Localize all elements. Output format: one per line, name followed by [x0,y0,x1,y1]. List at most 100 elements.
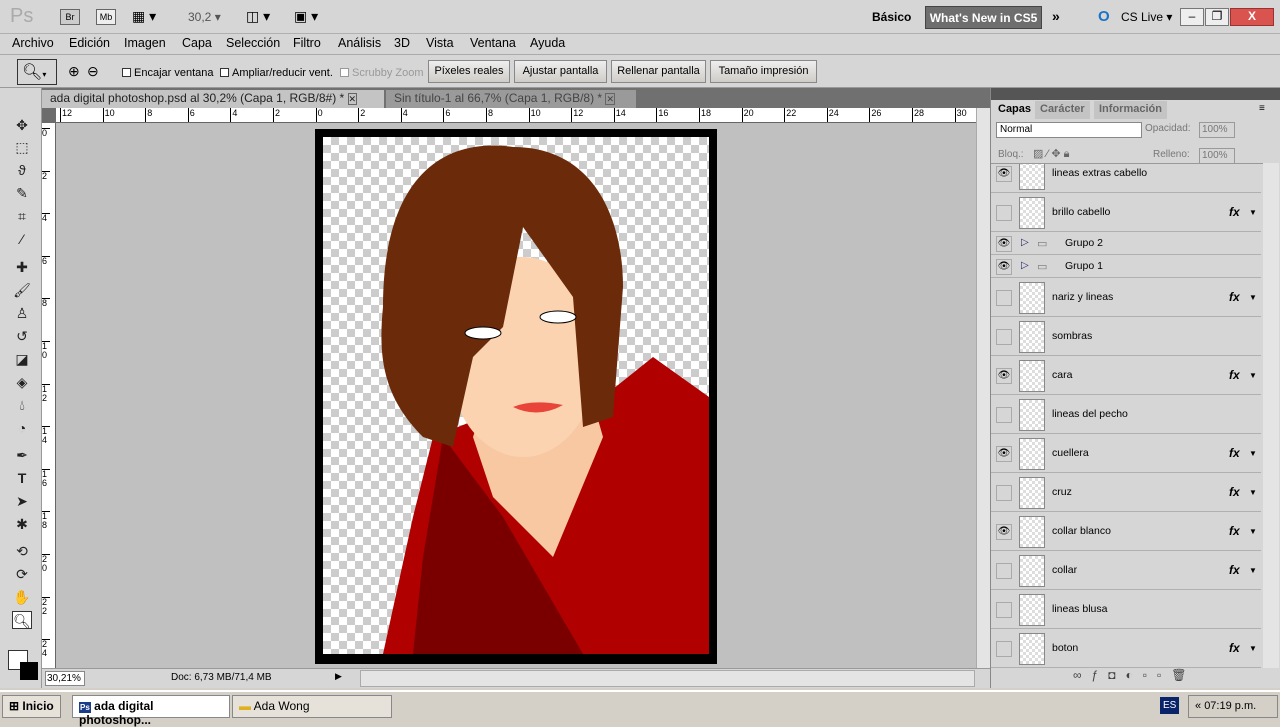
fx-icon[interactable]: fx [1229,485,1240,499]
brush-tool-icon[interactable]: 🖌︎ [12,281,32,299]
blur-tool-icon[interactable]: 💧︎ [12,396,32,414]
layer-row[interactable]: 👁︎ ▷ ▭ Grupo 1 [991,255,1261,278]
layer-row[interactable]: 👁︎ cuellera fx ▼ [991,434,1261,473]
layers-scrollbar[interactable] [1263,163,1279,668]
dodge-tool-icon[interactable]: ◔ [12,419,32,437]
menu-analisis[interactable]: Análisis [338,36,381,50]
3d-orbit-tool-icon[interactable]: ⟳ [12,565,32,583]
clone-stamp-tool-icon[interactable]: ♙ [12,304,32,322]
menu-imagen[interactable]: Imagen [124,36,166,50]
resize-window-checkbox[interactable]: Ampliar/reducir vent. [220,67,333,79]
shape-tool-icon[interactable]: ✱ [12,515,32,533]
zoom-percentage-field[interactable]: 30,21% [45,671,85,686]
screen-mode-icon[interactable]: ▣ ▾ [294,8,318,25]
tool-preset-picker[interactable]: 🔍︎▾ [17,59,57,85]
visibility-toggle[interactable]: 👁︎ [996,165,1012,182]
restore-button[interactable]: ❐ [1205,8,1229,26]
tab-capas[interactable]: Capas [993,101,1037,119]
visibility-toggle[interactable] [996,328,1012,345]
zoom-in-icon[interactable]: ⊕ [68,63,80,80]
3d-rotate-tool-icon[interactable]: ⟲ [12,542,32,560]
expand-group-icon[interactable]: ▷ [1021,237,1029,248]
expand-effects-icon[interactable]: ▼ [1249,371,1257,380]
opacity-field[interactable]: 100% [1199,122,1235,138]
artwork-canvas[interactable] [323,137,709,654]
move-tool-icon[interactable]: ✥ [12,116,32,134]
visibility-toggle[interactable]: 👁︎ [996,258,1012,275]
visibility-toggle[interactable]: 👁︎ [996,523,1012,540]
close-tab-icon[interactable]: ✕ [605,93,615,105]
tab-informacion[interactable]: Información [1094,101,1167,119]
expand-effects-icon[interactable]: ▼ [1249,527,1257,536]
layer-row[interactable]: 👁︎ lineas extras cabello [991,164,1261,193]
language-indicator[interactable]: ES [1160,697,1180,714]
layer-row[interactable]: boton fx ▼ [991,629,1261,668]
paint-bucket-tool-icon[interactable]: ◈ [12,373,32,391]
whats-new-button[interactable]: What's New in CS5 [925,6,1042,29]
lock-icons[interactable]: ▨ ⁄ ✥ 🔒︎ [1033,147,1069,161]
menu-3d[interactable]: 3D [394,36,410,50]
close-tab-icon[interactable]: ✕ [347,93,358,105]
panel-menu-icon[interactable]: ≡ [1259,103,1265,114]
visibility-toggle[interactable] [996,406,1012,423]
arrange-documents-icon[interactable]: ◫ ▾ [246,8,270,25]
layer-row[interactable]: lineas del pecho [991,395,1261,434]
start-button[interactable]: ⊞ Inicio [2,695,61,718]
menu-ventana[interactable]: Ventana [470,36,516,50]
visibility-toggle[interactable] [996,562,1012,579]
fit-window-checkbox[interactable]: Encajar ventana [122,67,214,79]
layer-row[interactable]: lineas blusa [991,590,1261,629]
menu-ayuda[interactable]: Ayuda [530,36,565,50]
taskbar-photoshop[interactable]: Ps ada digital photoshop... [72,695,230,727]
layer-actions-icons[interactable]: ∞ƒ◘◐▫▫🗑︎ [1073,668,1196,682]
menu-seleccion[interactable]: Selección [226,36,280,50]
menu-capa[interactable]: Capa [182,36,212,50]
crop-tool-icon[interactable]: ⌗ [12,207,32,225]
expand-effects-icon[interactable]: ▼ [1249,449,1257,458]
status-menu-arrow[interactable]: ▶ [335,671,342,682]
healing-brush-tool-icon[interactable]: ✚ [12,258,32,276]
expand-group-icon[interactable]: ▷ [1021,260,1029,271]
tab-ada-digital[interactable]: ada digital photoshop.psd al 30,2% (Capa… [42,90,384,108]
workspace-basico[interactable]: Básico [872,10,911,24]
fx-icon[interactable]: fx [1229,446,1240,460]
fx-icon[interactable]: fx [1229,205,1240,219]
fx-icon[interactable]: fx [1229,641,1240,655]
visibility-toggle[interactable]: 👁︎ [996,235,1012,252]
expand-effects-icon[interactable]: ▼ [1249,208,1257,217]
visibility-toggle[interactable]: 👁︎ [996,367,1012,384]
menu-filtro[interactable]: Filtro [293,36,321,50]
path-selection-tool-icon[interactable]: ➤ [12,492,32,510]
hand-tool-icon[interactable]: ✋ [12,588,32,606]
expand-effects-icon[interactable]: ▼ [1249,644,1257,653]
visibility-toggle[interactable] [996,640,1012,657]
pen-tool-icon[interactable]: ✒ [12,446,32,464]
vertical-scrollbar[interactable] [976,108,990,668]
zoom-level-dropdown[interactable]: 30,2 ▾ [188,10,221,24]
type-tool-icon[interactable]: T [12,469,32,487]
actual-pixels-button[interactable]: Píxeles reales [428,60,510,83]
mini-bridge-button[interactable]: Mb [96,9,116,25]
layer-row[interactable]: 👁︎ cara fx ▼ [991,356,1261,395]
background-color-swatch[interactable] [20,662,38,680]
close-button[interactable]: X [1230,8,1274,26]
visibility-toggle[interactable] [996,601,1012,618]
lasso-tool-icon[interactable]: ϑ [12,161,32,179]
fx-icon[interactable]: fx [1229,290,1240,304]
fx-icon[interactable]: fx [1229,563,1240,577]
visibility-toggle[interactable] [996,484,1012,501]
layer-row[interactable]: brillo cabello fx ▼ [991,193,1261,232]
eyedropper-tool-icon[interactable]: ⁄ [12,230,32,248]
taskbar-ada-wong[interactable]: ▬ Ada Wong [232,695,392,718]
history-brush-tool-icon[interactable]: ↺ [12,327,32,345]
fill-field[interactable]: 100% [1199,148,1235,164]
fx-icon[interactable]: fx [1229,524,1240,538]
layer-row[interactable]: collar fx ▼ [991,551,1261,590]
menu-edicion[interactable]: Edición [69,36,110,50]
menu-archivo[interactable]: Archivo [12,36,54,50]
menu-vista[interactable]: Vista [426,36,454,50]
scrubby-zoom-checkbox[interactable]: Scrubby Zoom [340,67,424,79]
layer-row[interactable]: 👁︎ ▷ ▭ Grupo 2 [991,232,1261,255]
eraser-tool-icon[interactable]: ◪ [12,350,32,368]
zoom-out-icon[interactable]: ⊖ [87,63,99,80]
